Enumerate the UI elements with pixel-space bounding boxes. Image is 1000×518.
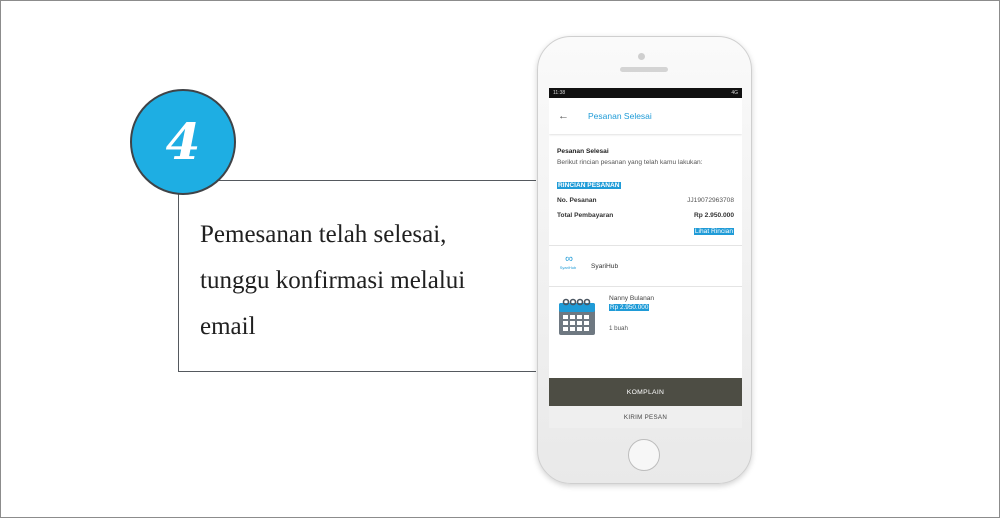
arrow-left-icon[interactable]: ← — [558, 110, 570, 122]
komplain-button[interactable]: KOMPLAIN — [549, 378, 742, 406]
shop-row[interactable]: ∞ SyariHub SyariHub — [549, 246, 742, 286]
order-number-value: JJ19072963708 — [687, 197, 734, 204]
callout-line-1: Pemesanan telah selesai, — [200, 221, 447, 248]
shop-logo-tag: SyariHub — [559, 265, 577, 270]
syarihub-logo-icon: ∞ SyariHub — [559, 253, 577, 271]
shop-name: SyariHub — [591, 262, 619, 270]
phone-mockup: 11:38 4G ← Pesanan Selesai Pesanan Seles… — [537, 36, 752, 484]
step-number: 4 — [165, 112, 201, 171]
status-bar: 11:38 4G — [549, 88, 742, 98]
item-price: Rp 2.950.000 — [609, 304, 650, 311]
app-bar-title: Pesanan Selesai — [588, 111, 652, 121]
speaker-grille — [620, 67, 668, 72]
summary-title: Pesanan Selesai — [557, 148, 609, 155]
camera-icon — [638, 53, 645, 60]
total-value: Rp 2.950.000 — [694, 212, 734, 219]
calendar-icon — [559, 298, 595, 335]
order-number-label: No. Pesanan — [557, 197, 597, 204]
callout-line-2: tunggu konfirmasi melalui — [200, 267, 466, 294]
step-badge: 4 — [130, 89, 236, 195]
order-item[interactable]: Nanny Bulanan Rp 2.950.000 1 buah — [549, 287, 742, 347]
phone-screen: 11:38 4G ← Pesanan Selesai Pesanan Seles… — [549, 88, 742, 428]
order-number-row: No. Pesanan JJ19072963708 — [557, 197, 734, 204]
detail-link-row: Lihat Rincian — [557, 228, 734, 235]
item-quantity: 1 buah — [609, 325, 628, 332]
summary-description: Berikut rincian pesanan yang telah kamu … — [557, 159, 703, 166]
callout-text: Pemesanan telah selesai, tunggu konfirma… — [200, 212, 520, 350]
status-indicators: 4G — [731, 90, 738, 96]
detail-link[interactable]: Lihat Rincian — [693, 228, 734, 235]
status-time: 11:38 — [553, 90, 566, 96]
item-name: Nanny Bulanan — [609, 295, 655, 302]
order-content: Pesanan Selesai Berikut rincian pesanan … — [549, 148, 742, 235]
total-label: Total Pembayaran — [557, 212, 614, 219]
home-button[interactable] — [628, 439, 660, 471]
total-row: Total Pembayaran Rp 2.950.000 — [557, 212, 734, 219]
details-heading: RINCIAN PESANAN — [557, 182, 621, 189]
callout-line-3: email — [200, 313, 256, 340]
app-bar: ← Pesanan Selesai — [549, 98, 742, 134]
kirim-pesan-button[interactable]: KIRIM PESAN — [549, 406, 742, 428]
